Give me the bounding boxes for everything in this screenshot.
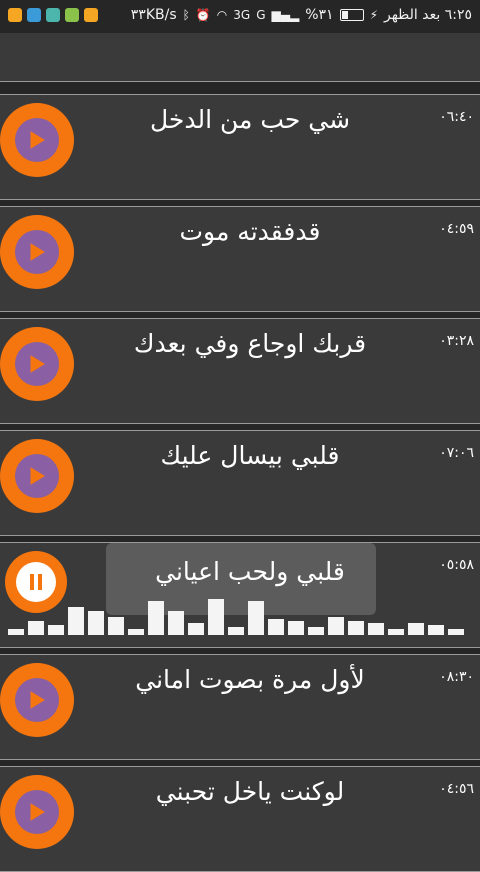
track-title: قدفقدته موت (179, 217, 321, 246)
equalizer-bar (368, 623, 384, 635)
app-notification-icon (84, 8, 98, 22)
wifi-icon: ◠ (216, 8, 228, 22)
track-row[interactable]: قدفقدته موت ٠٤:٥٩ (0, 206, 480, 312)
track-title: لأول مرة بصوت اماني (135, 665, 365, 694)
app-notification-icon (27, 8, 41, 22)
play-icon (15, 790, 59, 834)
track-duration: ٠٧:٠٦ (439, 445, 474, 461)
equalizer-bar (348, 621, 364, 635)
equalizer-bar (28, 621, 44, 635)
play-icon (15, 454, 59, 498)
track-title: قربك اوجاع وفي بعدك (133, 329, 367, 358)
play-button[interactable] (0, 663, 74, 737)
alarm-icon: ⏰ (195, 8, 211, 22)
status-indicators: ٦:٢٥ بعد الظهر ⚡ ٣١% ▂▄▆ G 3G ◠ ⏰ ᛒ ٣٣KB… (131, 7, 472, 23)
track-row[interactable]: قربك اوجاع وفي بعدك ٠٣:٢٨ (0, 318, 480, 424)
clock: ٦:٢٥ بعد الظهر (384, 7, 472, 23)
track-title: قلبي بيسال عليك (160, 441, 340, 470)
signal-icon: ▂▄▆ (271, 8, 300, 22)
track-row[interactable]: شي حب من الدخل ٠٦:٤٠ (0, 94, 480, 200)
track-title: قلبي ولحب اعياني (155, 557, 345, 586)
network-type: G (256, 8, 266, 22)
track-duration: ٠٥:٥٨ (439, 557, 474, 573)
equalizer-bar (188, 623, 204, 635)
equalizer-bar (328, 617, 344, 635)
equalizer-bar (428, 625, 444, 635)
track-duration: ٠٤:٥٩ (439, 221, 474, 237)
app-notification-icon (46, 8, 60, 22)
track-title: شي حب من الدخل (149, 105, 351, 134)
equalizer-bar (268, 619, 284, 635)
equalizer-bar (248, 601, 264, 635)
play-button[interactable] (0, 327, 74, 401)
track-row[interactable]: لأول مرة بصوت اماني ٠٨:٣٠ (0, 654, 480, 760)
equalizer-visualizer (8, 595, 464, 635)
equalizer-bar (408, 623, 424, 635)
charging-icon: ⚡ (369, 8, 378, 22)
play-button[interactable] (0, 439, 74, 513)
bluetooth-icon: ᛒ (182, 8, 190, 22)
play-icon (15, 342, 59, 386)
track-duration: ٠٤:٥٦ (439, 781, 474, 797)
play-icon (15, 118, 59, 162)
play-button[interactable] (0, 215, 74, 289)
equalizer-bar (8, 629, 24, 635)
equalizer-bar (68, 607, 84, 635)
track-duration: ٠٦:٤٠ (439, 109, 474, 125)
equalizer-bar (308, 627, 324, 635)
equalizer-bar (228, 627, 244, 635)
track-title: لوكنت ياخل تحبني (155, 777, 345, 806)
equalizer-bar (108, 617, 124, 635)
play-icon (15, 678, 59, 722)
equalizer-bar (388, 629, 404, 635)
equalizer-bar (168, 611, 184, 635)
track-row[interactable]: لوكنت ياخل تحبني ٠٤:٥٦ (0, 766, 480, 872)
track-duration: ٠٣:٢٨ (439, 333, 474, 349)
equalizer-bar (288, 621, 304, 635)
equalizer-bar (48, 625, 64, 635)
track-row[interactable]: قلبي بيسال عليك ٠٧:٠٦ (0, 430, 480, 536)
equalizer-bar (148, 601, 164, 635)
equalizer-bar (208, 599, 224, 635)
network-speed: ٣٣KB/s (130, 7, 177, 23)
play-button[interactable] (0, 775, 74, 849)
play-icon (15, 230, 59, 274)
status-bar: ٦:٢٥ بعد الظهر ⚡ ٣١% ▂▄▆ G 3G ◠ ⏰ ᛒ ٣٣KB… (0, 0, 480, 33)
track-duration: ٠٨:٣٠ (439, 669, 474, 685)
play-button[interactable] (0, 103, 74, 177)
network-type-3g: 3G (233, 8, 251, 22)
equalizer-bar (88, 611, 104, 635)
equalizer-bar (448, 629, 464, 635)
track-row-playing[interactable]: قلبي ولحب اعياني ٠٥:٥٨ (0, 542, 480, 648)
notification-icons (8, 8, 98, 22)
equalizer-bar (128, 629, 144, 635)
app-notification-icon (8, 8, 22, 22)
app-notification-icon (65, 8, 79, 22)
battery-percent: ٣١% (305, 7, 334, 23)
battery-icon (339, 9, 364, 21)
